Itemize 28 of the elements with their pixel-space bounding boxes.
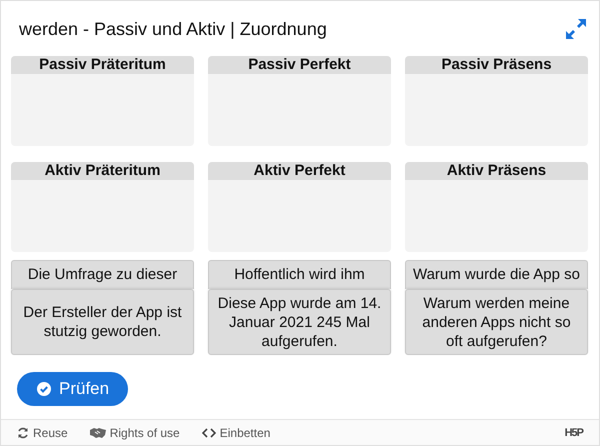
reuse-link[interactable]: Reuse bbox=[17, 426, 68, 440]
refresh-icon bbox=[17, 426, 29, 438]
drop-zone[interactable]: Passiv Präsens bbox=[405, 56, 588, 146]
task-title: werden - Passiv und Aktiv | Zuordnung bbox=[19, 18, 327, 40]
check-button[interactable]: Prüfen bbox=[17, 372, 128, 406]
draggable-card[interactable]: Hoffentlich wird ihm bbox=[208, 260, 391, 289]
draggable-card[interactable]: Warum wurde die App so bbox=[405, 260, 588, 289]
draggable-card[interactable]: Diese App wurde am 14. Januar 2021 245 Mal aufgerufen. bbox=[208, 289, 391, 355]
drop-zone[interactable]: Aktiv Präsens bbox=[405, 162, 588, 252]
rights-link[interactable]: Rights of use bbox=[90, 426, 180, 440]
zone-heading: Passiv Perfekt bbox=[208, 56, 391, 74]
zone-heading: Aktiv Präteritum bbox=[11, 162, 194, 180]
zone-heading: Aktiv Präsens bbox=[405, 162, 588, 180]
drop-zone[interactable]: Aktiv Perfekt bbox=[208, 162, 391, 252]
embed-link[interactable]: Einbetten bbox=[202, 426, 270, 440]
zone-heading: Passiv Präsens bbox=[405, 56, 588, 74]
logo[interactable]: H5P bbox=[564, 426, 583, 438]
draggable-card[interactable]: Die Umfrage zu dieser bbox=[11, 260, 194, 289]
draggable-card[interactable]: Der Ersteller der App ist stutzig geworden. bbox=[11, 289, 194, 355]
drop-zone[interactable]: Passiv Präteritum bbox=[11, 56, 194, 146]
drop-zone[interactable]: Passiv Perfekt bbox=[208, 56, 391, 146]
zone-heading: Passiv Präteritum bbox=[11, 56, 194, 74]
fullscreen-icon[interactable] bbox=[565, 18, 587, 40]
code-icon bbox=[202, 428, 216, 438]
draggable-card[interactable]: Warum werden meine anderen Apps nicht so oft aufgerufen? bbox=[405, 289, 588, 355]
drop-zone[interactable]: Aktiv Präteritum bbox=[11, 162, 194, 252]
zone-heading: Aktiv Perfekt bbox=[208, 162, 391, 180]
check-icon bbox=[37, 382, 51, 396]
